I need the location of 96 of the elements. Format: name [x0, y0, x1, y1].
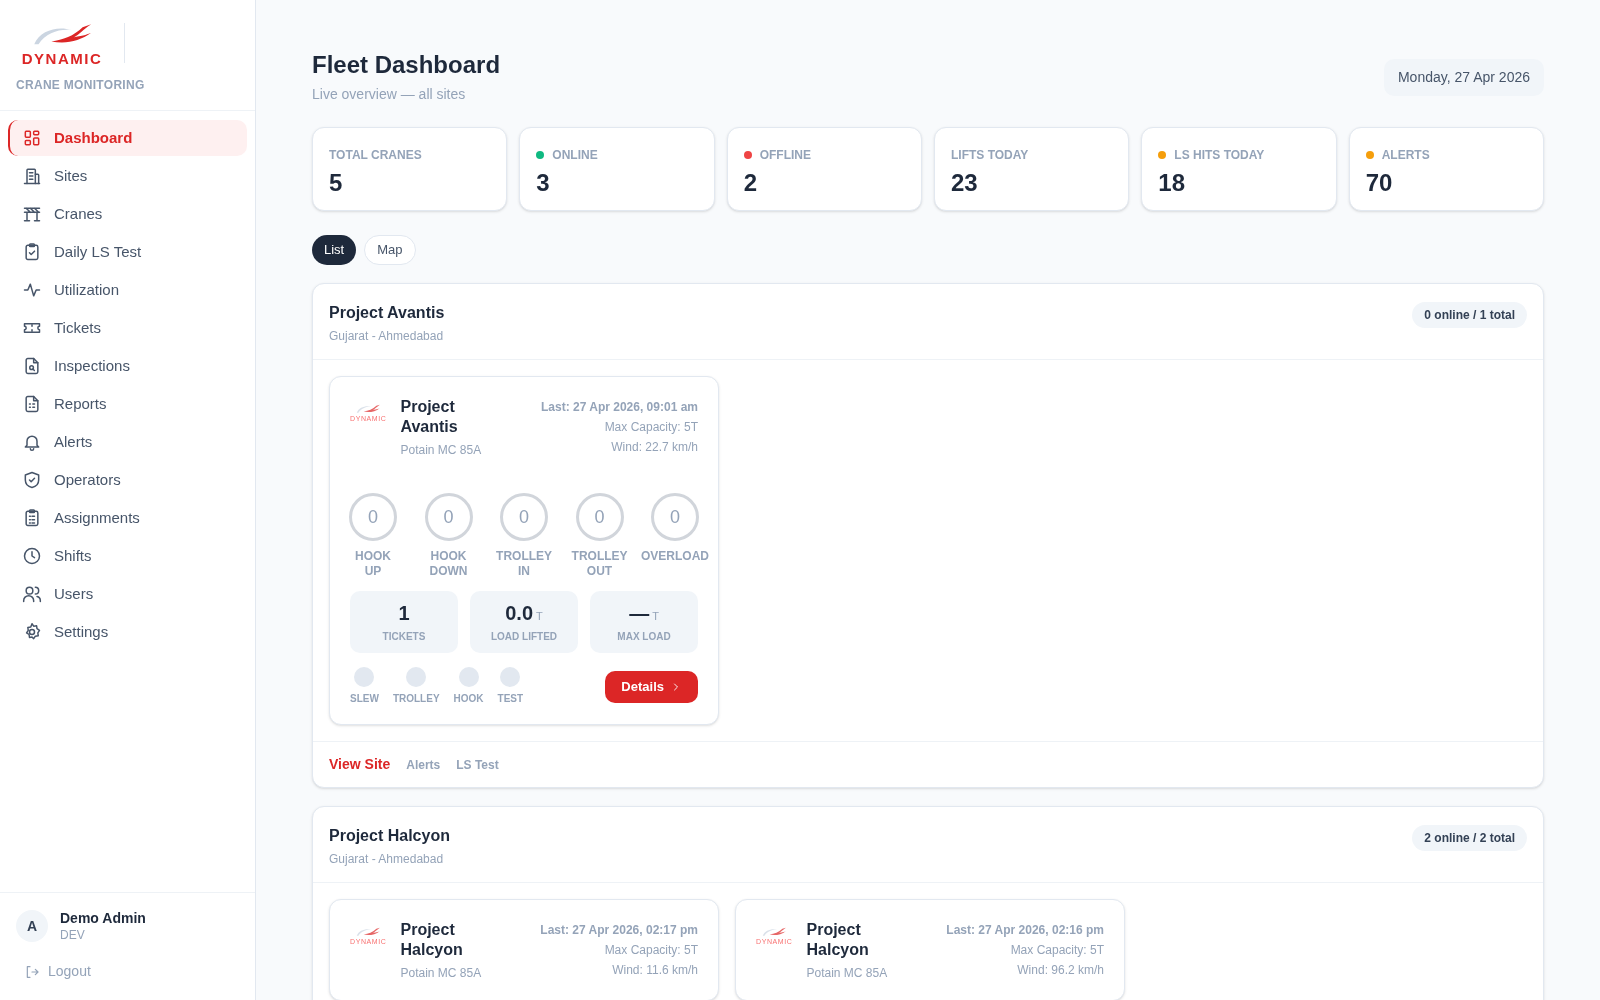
stat-label: LS HITS TODAY — [1174, 147, 1265, 164]
stat-value: 18 — [1158, 168, 1187, 198]
site-name: Project Halcyon — [329, 826, 450, 846]
max-capacity: Max Capacity: 5T — [1010, 942, 1104, 959]
sidebar-item[interactable]: Settings — [8, 614, 247, 650]
sidebar-item[interactable]: Utilization — [8, 272, 247, 308]
indicator-label: TEST — [497, 692, 524, 706]
counter-label: OVERLOAD — [641, 549, 709, 564]
site-location: Gujarat - Ahmedabad — [329, 851, 445, 868]
stat-label: ALERTS — [1381, 147, 1430, 164]
online-count-badge: 2 online / 2 total — [1412, 825, 1527, 851]
metric-label: TICKETS — [382, 629, 426, 644]
sidebar-item[interactable]: Alerts — [8, 424, 247, 460]
sidebar-item[interactable]: Inspections — [8, 348, 247, 384]
sidebar-item[interactable]: Sites — [8, 158, 247, 194]
crane-model: Potain MC 85A — [400, 442, 483, 459]
grid-icon — [22, 128, 42, 148]
metric-label: MAX LOAD — [617, 629, 671, 644]
max-capacity: Max Capacity: 5T — [604, 942, 698, 959]
app-subtitle: CRANE MONITORING — [16, 77, 146, 94]
document-icon — [22, 394, 42, 414]
metric-value: — — [629, 600, 650, 625]
shield-check-icon — [22, 470, 42, 490]
swoosh-logo-icon — [355, 403, 382, 415]
sidebar-item[interactable]: Daily LS Test — [8, 234, 247, 270]
metric-value: 0.0 — [505, 600, 534, 625]
stat-value: 70 — [1365, 168, 1394, 198]
details-button[interactable]: Details — [605, 670, 698, 703]
stat-label: TOTAL CRANES — [329, 147, 422, 164]
sidebar-item[interactable]: Reports — [8, 386, 247, 422]
building-icon — [22, 166, 42, 186]
wind-speed: Wind: 22.7 km/h — [611, 439, 698, 456]
sidebar-item[interactable]: Tickets — [8, 310, 247, 346]
stat-label: ONLINE — [552, 147, 598, 164]
last-update-time: Last: 27 Apr 2026, 02:16 pm — [946, 922, 1104, 939]
users-icon — [22, 584, 42, 604]
metric-unit: T — [536, 608, 543, 624]
site-link[interactable]: View Site — [329, 754, 391, 775]
indicator-label: TROLLEY — [392, 692, 440, 706]
logo-text: DYNAMIC — [21, 51, 103, 66]
sidebar-item[interactable]: Cranes — [8, 196, 247, 232]
online-count-badge: 0 online / 1 total — [1412, 302, 1527, 328]
metric-value: 1 — [398, 600, 410, 625]
user-name: Demo Admin — [60, 909, 146, 927]
user-role: DEV — [60, 927, 86, 943]
counter-label: TROLLEY IN — [496, 549, 552, 579]
last-update-time: Last: 27 Apr 2026, 02:17 pm — [540, 922, 698, 939]
crane-model: Potain MC 85A — [400, 965, 483, 982]
page-subtitle: Live overview — all sites — [312, 85, 467, 104]
stat-value: 2 — [743, 168, 758, 198]
site-location: Gujarat - Ahmedabad — [329, 328, 445, 345]
swoosh-logo-icon — [761, 926, 788, 938]
counter-label: HOOK DOWN — [429, 549, 468, 579]
crane-icon — [22, 204, 42, 224]
clipboard-check-icon — [22, 242, 42, 262]
stat-value: 5 — [329, 168, 344, 198]
counter-label: HOOK UP — [355, 549, 391, 579]
page-title: Fleet Dashboard — [312, 50, 501, 80]
metric-label: LOAD LIFTED — [490, 629, 558, 644]
logout-icon — [24, 963, 40, 980]
sidebar-item[interactable]: Users — [8, 576, 247, 612]
counter-ring: 0 — [651, 493, 699, 541]
stat-label: OFFLINE — [759, 147, 811, 164]
max-capacity: Max Capacity: 5T — [604, 419, 698, 436]
counter-ring: 0 — [575, 493, 624, 541]
avatar: A — [16, 910, 48, 942]
pulse-icon — [22, 280, 42, 300]
wind-speed: Wind: 96.2 km/h — [1017, 962, 1104, 979]
stat-value: 3 — [536, 168, 551, 198]
date-badge: Monday, 27 Apr 2026 — [1383, 59, 1544, 96]
counter-label: TROLLEY OUT — [571, 549, 628, 579]
clipboard-list-icon — [22, 508, 42, 528]
metric-unit: T — [652, 608, 659, 624]
sidebar-item[interactable]: Dashboard — [8, 120, 247, 156]
last-update-time: Last: 27 Apr 2026, 09:01 am — [541, 399, 698, 416]
clock-icon — [22, 546, 42, 566]
sidebar-item[interactable]: Assignments — [8, 500, 247, 536]
sidebar-item[interactable]: Shifts — [8, 538, 247, 574]
stat-value: 23 — [951, 168, 979, 198]
wind-speed: Wind: 11.6 km/h — [612, 962, 698, 979]
counter-ring: 0 — [349, 493, 397, 541]
stat-label: LIFTS TODAY — [951, 147, 1029, 164]
indicator-label: SLEW — [350, 692, 379, 706]
counter-ring: 0 — [424, 493, 473, 541]
indicator-label: HOOK — [453, 692, 484, 706]
crane-model: Potain MC 85A — [806, 965, 889, 982]
swoosh-logo-icon — [355, 926, 382, 938]
counter-ring: 0 — [500, 493, 548, 541]
crane-name: Project Halcyon — [806, 920, 870, 960]
site-name: Project Avantis — [329, 303, 445, 323]
sidebar-item[interactable]: Operators — [8, 462, 247, 498]
view-tab[interactable]: Map — [364, 235, 416, 265]
crane-name: Project Halcyon — [400, 920, 464, 960]
file-search-icon — [22, 356, 42, 376]
view-tab[interactable]: List — [312, 235, 357, 265]
crane-name: Project Avantis — [400, 397, 459, 437]
